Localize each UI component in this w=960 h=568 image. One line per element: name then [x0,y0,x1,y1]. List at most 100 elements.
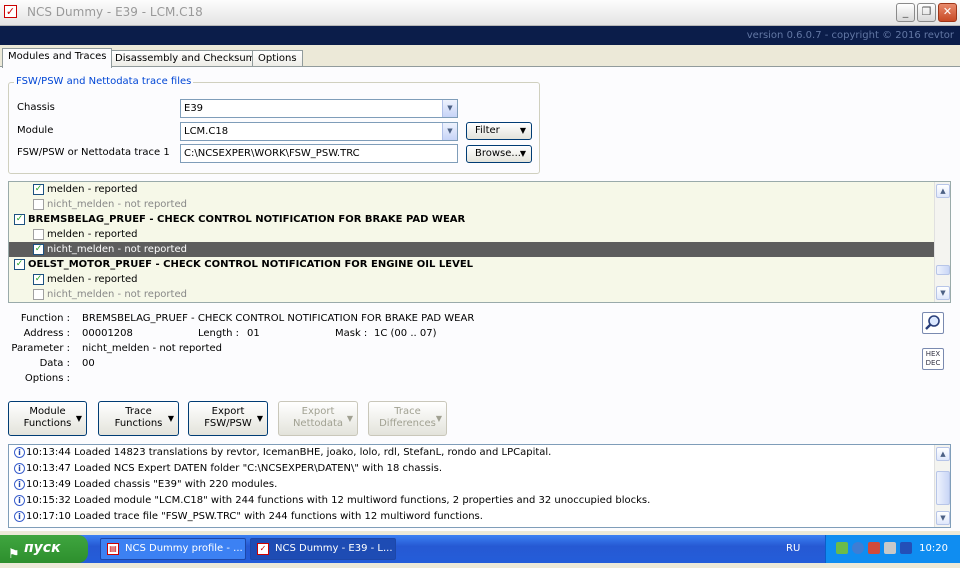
button-line-1: Export [301,406,335,417]
search-icon[interactable] [922,312,944,334]
button-line-1: Trace [394,406,421,417]
dec-text: DEC [925,359,941,367]
log-text: 10:13:44 Loaded 14823 translations by re… [26,447,552,458]
start-button[interactable]: ⚑ пуск [0,535,88,563]
tab-disassembly-and-checksums[interactable]: Disassembly and Checksums [109,50,267,67]
module-select[interactable]: LCM.C18 ▼ [180,122,458,141]
tree-row-label: melden - reported [47,184,138,195]
log-scrollbar[interactable]: ▲ ▼ [934,445,950,527]
app-icon: ▤ [107,543,119,555]
close-button[interactable]: ✕ [938,3,957,22]
checkbox[interactable] [33,289,44,300]
log-entry: i 10:15:32 Loaded module "LCM.C18" with 2… [14,493,650,509]
checkbox[interactable] [33,199,44,210]
log-list[interactable]: i 10:13:44 Loaded 14823 translations by r… [8,444,951,528]
version-banner: version 0.6.0.7 - copyright © 2016 revto… [0,26,960,45]
tree-row-label: nicht_melden - not reported [47,244,187,255]
tree-parameter-row[interactable]: melden - reported [9,227,935,242]
data-value: 00 [82,358,95,369]
disconnected-icon[interactable] [868,542,880,554]
export-nettodata-button[interactable]: Export Nettodata ▼ [278,401,358,436]
scroll-up-icon[interactable]: ▲ [936,184,950,198]
chassis-select[interactable]: E39 ▼ [180,99,458,118]
module-functions-button[interactable]: Module Functions ▼ [8,401,87,436]
hex-text: HEX [925,350,941,358]
network-icon[interactable] [836,542,848,554]
tree-parameter-row[interactable]: nicht_melden - not reported [9,242,935,257]
modules-and-traces-panel: FSW/PSW and Nettodata trace files Chassi… [0,66,960,531]
taskbar-item-label: NCS Dummy - E39 - L... [275,543,393,554]
browser-icon[interactable] [852,542,864,554]
export-fsw-psw-button[interactable]: Export FSW/PSW ▼ [188,401,268,436]
scroll-down-icon[interactable]: ▼ [936,511,950,525]
browse-button[interactable]: Browse... ▼ [466,145,532,163]
tool-icon[interactable] [884,542,896,554]
tree-row-label: nicht_melden - not reported [47,199,187,210]
tab-modules-and-traces[interactable]: Modules and Traces [2,48,113,68]
checkbox[interactable] [33,244,44,255]
tab-options[interactable]: Options [252,50,303,67]
length-label: Length : [198,328,240,339]
checkbox[interactable] [33,184,44,195]
scroll-down-icon[interactable]: ▼ [936,286,950,300]
scroll-thumb[interactable] [936,471,950,505]
language-indicator[interactable]: RU [786,543,800,554]
tree-parameter-row[interactable]: nicht_melden - not reported [9,287,935,302]
tree-scrollbar[interactable]: ▲ ▼ [934,182,950,302]
tree-parameter-row[interactable]: melden - reported [9,182,935,197]
scroll-up-icon[interactable]: ▲ [936,447,950,461]
function-details: Function : BREMSBELAG_PRUEF - CHECK CONT… [8,305,951,391]
chassis-label: Chassis [17,102,55,113]
button-line-2: Differences [379,418,436,429]
checkbox[interactable] [14,214,25,225]
trace-differences-button[interactable]: Trace Differences ▼ [368,401,447,436]
tree-row-label: melden - reported [47,229,138,240]
parameter-value: nicht_melden - not reported [82,343,222,354]
group-legend: FSW/PSW and Nettodata trace files [14,76,194,87]
mask-value: 1C (00 .. 07) [374,328,437,339]
dropdown-arrow-icon: ▼ [167,414,174,423]
button-line-1: Module [29,406,66,417]
taskbar-item-label: NCS Dummy profile - ... [125,543,243,554]
taskbar-item-ncs-dummy-profile[interactable]: ▤ NCS Dummy profile - ... [100,538,246,560]
trace-file-field[interactable]: C:\NCSEXPER\WORK\FSW_PSW.TRC [180,144,458,163]
taskbar-item-ncs-dummy-e39[interactable]: ✓ NCS Dummy - E39 - L... [250,538,396,560]
tree-function-row[interactable]: OELST_MOTOR_PRUEF - CHECK CONTROL NOTIFI… [9,257,935,272]
filter-button[interactable]: Filter ▼ [466,122,532,140]
scroll-thumb[interactable] [936,265,950,275]
log-text: 10:15:32 Loaded module "LCM.C18" with 24… [26,495,651,506]
tree-parameter-row[interactable]: nicht_melden - not reported [9,197,935,212]
tree-row-label: OELST_MOTOR_PRUEF - CHECK CONTROL NOTIFI… [28,259,474,270]
mask-label: Mask : [335,328,368,339]
trace-functions-button[interactable]: Trace Functions ▼ [98,401,179,436]
dropdown-arrow-icon: ▼ [435,414,442,423]
button-line-2: Nettodata [292,418,344,429]
button-line-1: Trace [125,406,152,417]
hex-dec-toggle-icon[interactable]: HEX DEC [922,348,944,370]
data-label: Data : [39,358,70,369]
checkbox[interactable] [33,274,44,285]
minimize-button[interactable]: _ [896,3,915,22]
security-icon[interactable] [900,542,912,554]
tree-parameter-row[interactable]: melden - reported [9,272,935,287]
dropdown-arrow-icon: ▼ [75,414,82,423]
checkbox[interactable] [33,229,44,240]
clock: 10:20 [919,543,948,554]
button-line-2: Functions [23,418,72,429]
window-title: NCS Dummy - E39 - LCM.C18 [27,5,203,19]
start-label: пуск [24,540,61,556]
windows-flag-icon: ⚑ [8,547,20,562]
function-value: BREMSBELAG_PRUEF - CHECK CONTROL NOTIFIC… [82,313,475,324]
chevron-down-icon[interactable]: ▼ [442,100,457,117]
function-label: Function : [20,313,70,324]
chevron-down-icon[interactable]: ▼ [442,123,457,140]
log-text: 10:17:10 Loaded trace file "FSW_PSW.TRC"… [26,511,483,522]
module-label: Module [17,125,54,136]
tree-function-row[interactable]: BREMSBELAG_PRUEF - CHECK CONTROL NOTIFIC… [9,212,935,227]
restore-button[interactable]: ❐ [917,3,936,22]
checkbox[interactable] [14,259,25,270]
function-tree[interactable]: melden - reported nicht_melden - not repo… [8,181,951,303]
options-label: Options : [24,373,70,384]
parameter-label: Parameter : [11,343,70,354]
app-checkbox-icon: ✓ [4,5,17,18]
